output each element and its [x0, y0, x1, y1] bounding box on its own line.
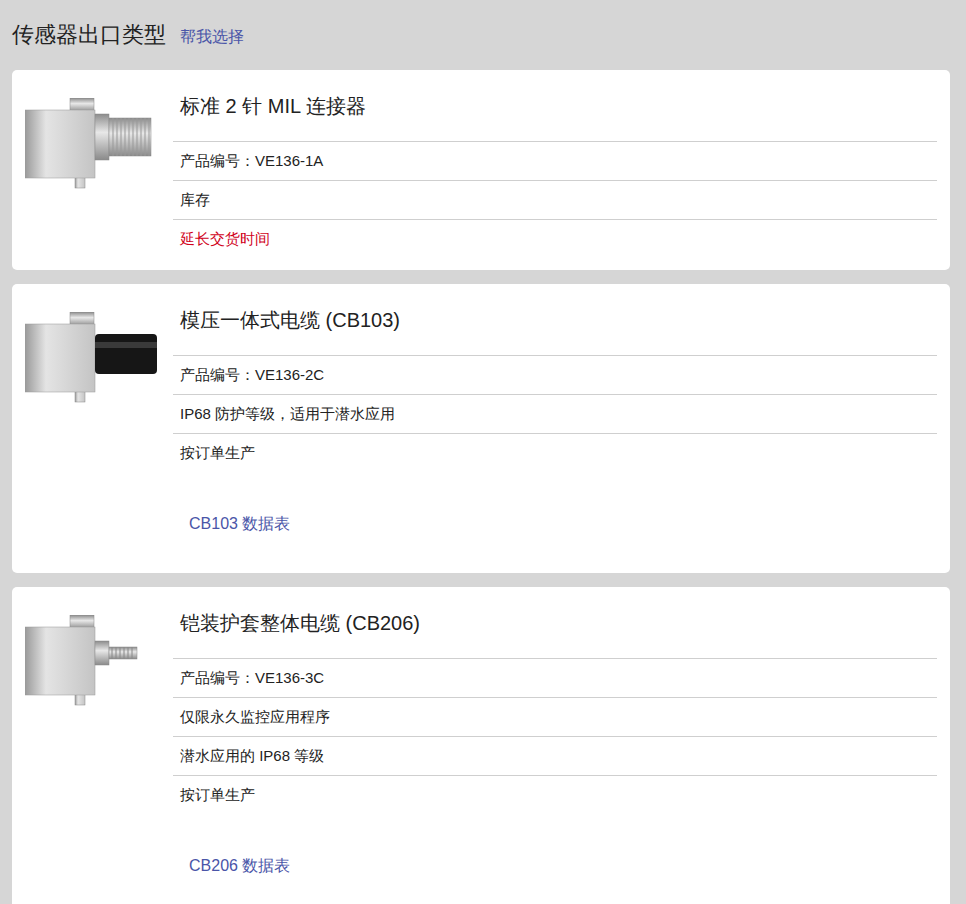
info-row: 按订单生产: [173, 775, 937, 814]
datasheet-link[interactable]: CB206 数据表: [173, 856, 937, 903]
sensor-icon: [25, 615, 157, 707]
card-title: 铠装护套整体电缆 (CB206): [173, 587, 937, 658]
info-row: 产品编号：VE136-3C: [173, 658, 937, 697]
sensor-icon: [25, 312, 157, 404]
info-row: 延长交货时间: [173, 219, 937, 258]
info-row: 按订单生产: [173, 433, 937, 472]
page: 传感器出口类型 帮我选择 标准 2 针 MIL 连接器 产品编号：VE136-1…: [0, 0, 966, 904]
sensor-image: [12, 70, 173, 270]
card-title: 标准 2 针 MIL 连接器: [173, 70, 937, 141]
info-row: IP68 防护等级，适用于潜水应用: [173, 394, 937, 433]
datasheet-link[interactable]: CB103 数据表: [173, 514, 937, 561]
info-row: 产品编号：VE136-2C: [173, 355, 937, 394]
page-title: 传感器出口类型: [12, 20, 166, 50]
info-row: 潜水应用的 IP68 等级: [173, 736, 937, 775]
sensor-image: [12, 587, 173, 904]
sensor-image: [12, 284, 173, 573]
option-card[interactable]: 模压一体式电缆 (CB103) 产品编号：VE136-2CIP68 防护等级，适…: [12, 284, 950, 573]
header: 传感器出口类型 帮我选择: [12, 0, 950, 70]
sensor-icon: [25, 98, 157, 190]
card-title: 模压一体式电缆 (CB103): [173, 284, 937, 355]
info-row: 产品编号：VE136-1A: [173, 141, 937, 180]
help-link[interactable]: 帮我选择: [180, 27, 244, 48]
info-row: 仅限永久监控应用程序: [173, 697, 937, 736]
option-card[interactable]: 标准 2 针 MIL 连接器 产品编号：VE136-1A库存延长交货时间: [12, 70, 950, 270]
option-card[interactable]: 铠装护套整体电缆 (CB206) 产品编号：VE136-3C仅限永久监控应用程序…: [12, 587, 950, 904]
info-row: 库存: [173, 180, 937, 219]
